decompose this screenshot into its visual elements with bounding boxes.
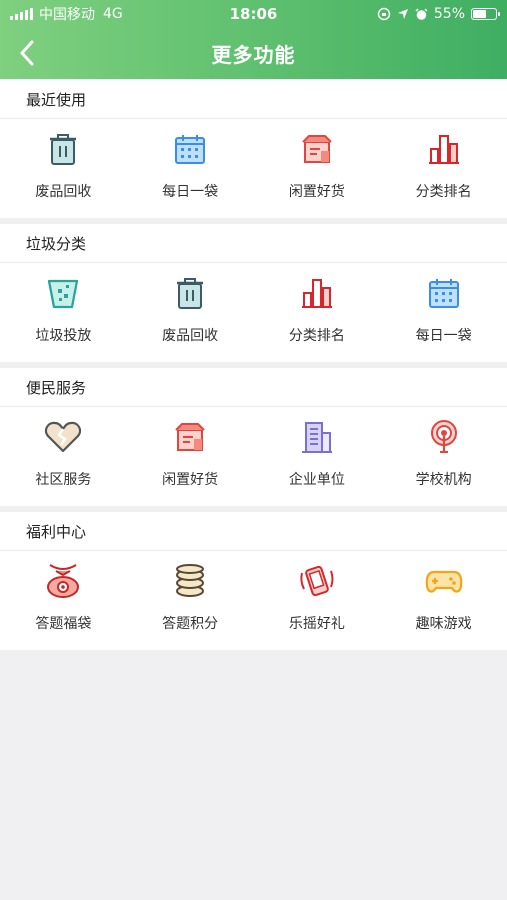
broadcast-pin-icon <box>424 417 464 457</box>
feature-item[interactable]: 企业单位 <box>254 407 381 506</box>
section-title: 便民服务 <box>0 368 507 407</box>
feature-label: 垃圾投放 <box>35 328 92 344</box>
feature-item[interactable]: 趣味游戏 <box>380 551 507 650</box>
feature-label: 闲置好货 <box>288 184 345 200</box>
feature-label: 分类排名 <box>288 328 345 344</box>
feature-item[interactable]: 闲置好货 <box>127 407 254 506</box>
feature-item[interactable]: 每日一袋 <box>127 119 254 218</box>
heart-icon <box>43 417 83 457</box>
bar-chart-icon <box>297 273 337 313</box>
feature-label: 答题积分 <box>162 616 219 632</box>
back-button[interactable] <box>12 38 42 68</box>
shop-box-icon <box>170 417 210 457</box>
feature-item[interactable]: 答题积分 <box>127 551 254 650</box>
building-icon <box>297 417 337 457</box>
feature-label: 学校机构 <box>415 472 472 488</box>
feature-item[interactable]: 答题福袋 <box>0 551 127 650</box>
feature-label: 闲置好货 <box>162 472 219 488</box>
section-title: 最近使用 <box>0 80 507 119</box>
feature-item[interactable]: 废品回收 <box>0 119 127 218</box>
section-title: 垃圾分类 <box>0 224 507 263</box>
feature-grid: 答题福袋 答题积分 乐摇好礼 趣味游戏 <box>0 551 507 650</box>
feature-label: 答题福袋 <box>35 616 92 632</box>
feature-item[interactable]: 学校机构 <box>380 407 507 506</box>
feature-item[interactable]: 垃圾投放 <box>0 263 127 362</box>
header-bar: 中国移动 4G 18:06 55% 更多功能 <box>0 0 507 79</box>
feature-item[interactable]: 乐摇好礼 <box>254 551 381 650</box>
trash-bin-icon <box>43 129 83 169</box>
feature-label: 乐摇好礼 <box>288 616 345 632</box>
feature-label: 每日一袋 <box>162 184 219 200</box>
feature-label: 企业单位 <box>288 472 345 488</box>
feature-grid: 废品回收 每日一袋 闲置好货 分类排名 <box>0 119 507 218</box>
section-3: 便民服务社区服务 闲置好货 企业单位 学校机构 <box>0 368 507 506</box>
nav-bar: 更多功能 <box>0 28 507 79</box>
page-title: 更多功能 <box>211 43 296 67</box>
bar-chart-icon <box>424 129 464 169</box>
feature-label: 分类排名 <box>415 184 472 200</box>
section-title: 福利中心 <box>0 512 507 551</box>
feature-item[interactable]: 社区服务 <box>0 407 127 506</box>
battery-icon <box>471 8 500 20</box>
feature-label: 每日一袋 <box>415 328 472 344</box>
shake-phone-icon <box>297 561 337 601</box>
feature-item[interactable]: 闲置好货 <box>254 119 381 218</box>
feature-item[interactable]: 每日一袋 <box>380 263 507 362</box>
dump-bucket-icon <box>43 273 83 313</box>
feature-label: 废品回收 <box>162 328 219 344</box>
trash-bin-icon <box>170 273 210 313</box>
section-1: 最近使用废品回收 每日一袋 闲置好货 分类排名 <box>0 80 507 218</box>
feature-grid: 垃圾投放 废品回收 分类排名 每日一袋 <box>0 263 507 362</box>
coin-stack-icon <box>170 561 210 601</box>
feature-label: 社区服务 <box>35 472 92 488</box>
feature-grid: 社区服务 闲置好货 企业单位 学校机构 <box>0 407 507 506</box>
feature-label: 趣味游戏 <box>415 616 472 632</box>
feature-item[interactable]: 分类排名 <box>254 263 381 362</box>
feature-label: 废品回收 <box>35 184 92 200</box>
section-4: 福利中心答题福袋 答题积分 乐摇好礼 趣味游戏 <box>0 512 507 650</box>
calendar-icon <box>170 129 210 169</box>
chevron-left-icon <box>20 40 34 66</box>
lucky-bag-icon <box>43 561 83 601</box>
clock: 18:06 <box>229 5 278 23</box>
feature-item[interactable]: 废品回收 <box>127 263 254 362</box>
gamepad-icon <box>424 561 464 601</box>
status-bar: 中国移动 4G 18:06 55% <box>0 0 507 28</box>
feature-item[interactable]: 分类排名 <box>380 119 507 218</box>
shop-box-icon <box>297 129 337 169</box>
calendar-icon <box>424 273 464 313</box>
section-2: 垃圾分类垃圾投放 废品回收 分类排名 每日一袋 <box>0 224 507 362</box>
